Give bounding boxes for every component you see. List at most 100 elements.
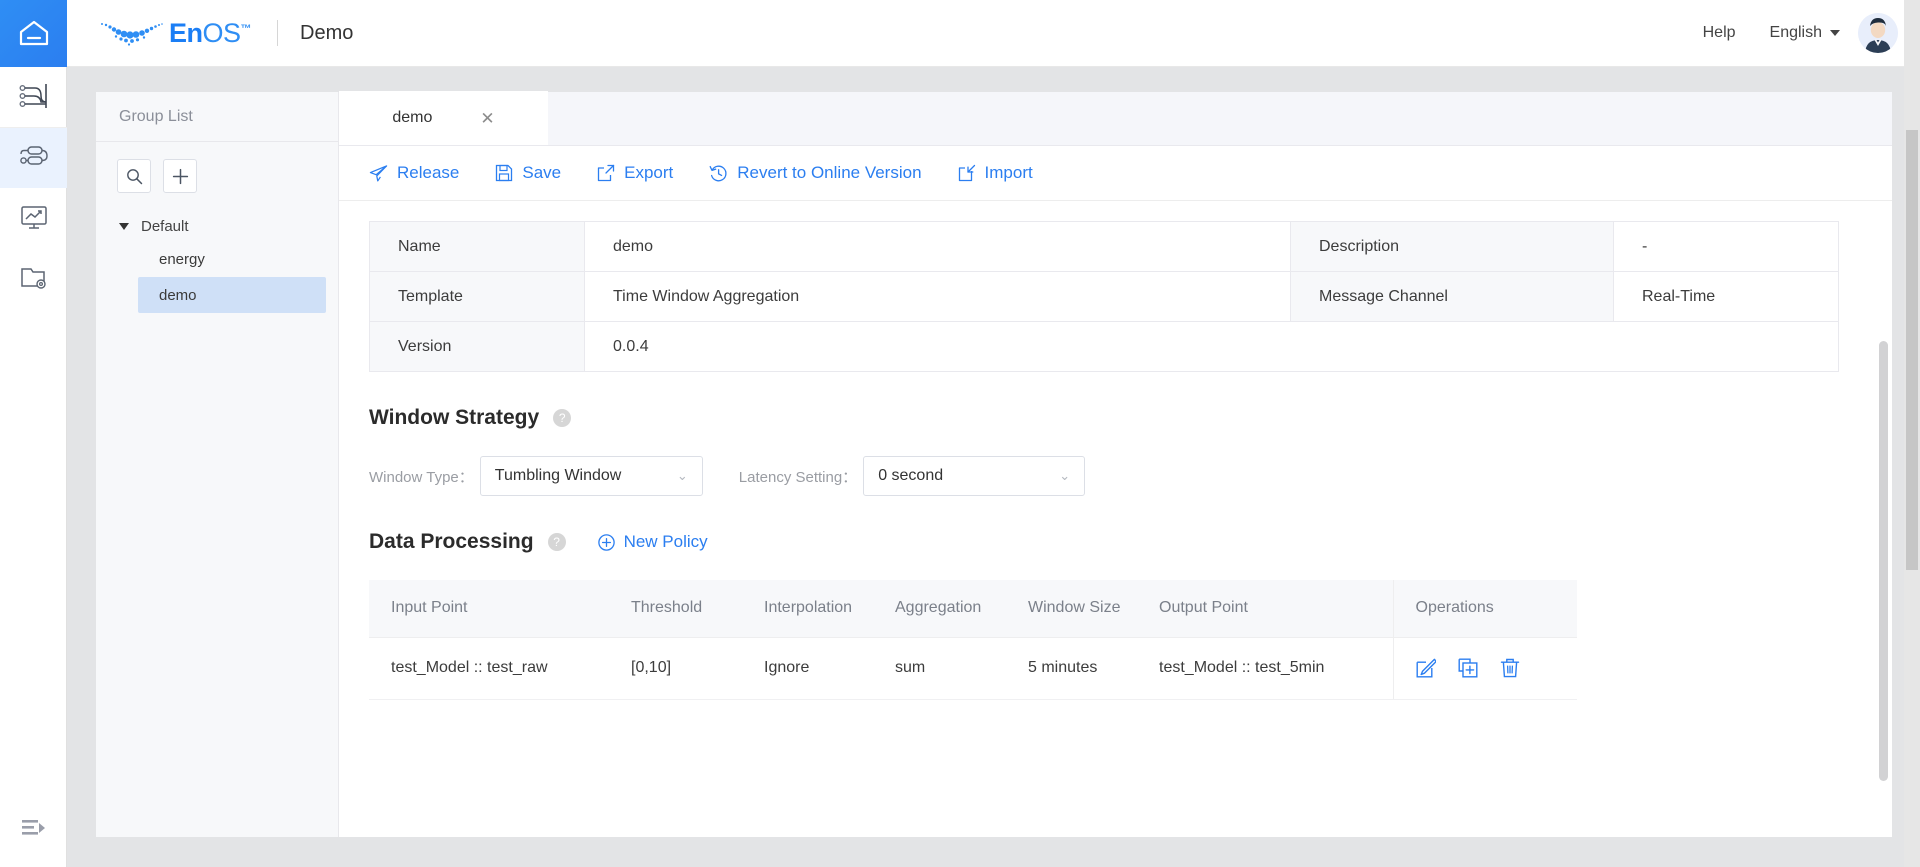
chevron-down-icon: ⌄	[1059, 468, 1071, 483]
meta-value-name: demo	[584, 221, 1291, 272]
cell-window-size: 5 minutes	[1006, 637, 1137, 700]
chevron-down-icon	[1830, 30, 1840, 36]
window-type-label: Window Type：	[369, 468, 474, 486]
content-scrollbar-thumb[interactable]	[1879, 341, 1888, 781]
edit-pencil-icon[interactable]	[1416, 658, 1436, 678]
home-button[interactable]	[0, 0, 67, 67]
meta-value-version: 0.0.4	[584, 321, 1839, 372]
row-operations	[1416, 658, 1578, 678]
release-button[interactable]: Release	[369, 163, 459, 183]
table-header-row: Input Point Threshold Interpolation Aggr…	[369, 580, 1577, 638]
new-policy-button[interactable]: New Policy	[597, 532, 708, 552]
workflow-icon	[19, 84, 47, 108]
table-row: Template Time Window Aggregation Message…	[369, 271, 1839, 322]
tree-leaf-label: demo	[159, 286, 197, 304]
data-processing-title: Data Processing	[369, 530, 534, 553]
window-strategy-header: Window Strategy ?	[369, 406, 1892, 430]
language-selector[interactable]: English	[1758, 24, 1858, 42]
cell-input-point: test_Model :: test_raw	[369, 637, 609, 700]
stream-processing-icon	[19, 146, 48, 165]
meta-value-message-channel: Real-Time	[1613, 271, 1839, 322]
cell-threshold: [0,10]	[609, 637, 742, 700]
sidebar-item-analytics[interactable]	[0, 188, 67, 248]
latency-setting-value: 0 second	[878, 467, 944, 484]
save-disk-icon	[496, 164, 513, 182]
column-header-output-point: Output Point	[1137, 580, 1393, 638]
tree-leaf-energy[interactable]: energy	[138, 241, 326, 277]
trash-delete-icon[interactable]	[1500, 658, 1520, 678]
brand-wordmark: EnOS™	[169, 17, 252, 49]
tab-label: demo	[392, 109, 433, 126]
revert-to-online-version-button[interactable]: Revert to Online Version	[709, 163, 922, 183]
tree-leaf-demo[interactable]: demo	[138, 277, 326, 313]
column-header-operations: Operations	[1392, 580, 1577, 638]
export-icon	[597, 164, 615, 182]
meta-label-version: Version	[369, 321, 585, 372]
window-type-select[interactable]: Tumbling Window ⌄	[479, 456, 703, 496]
sidebar-item-workflow[interactable]	[0, 67, 67, 128]
column-header-interpolation: Interpolation	[742, 580, 873, 638]
sidebar-item-stream-processing[interactable]	[0, 128, 67, 188]
meta-value-template: Time Window Aggregation	[584, 271, 1291, 322]
app-header: EnOS™ Demo Help English	[0, 0, 1920, 67]
question-mark-icon[interactable]: ?	[553, 409, 572, 427]
question-mark-icon[interactable]: ?	[547, 533, 566, 551]
save-button[interactable]: Save	[495, 163, 561, 183]
search-button[interactable]	[117, 159, 151, 193]
close-icon[interactable]: ✕	[480, 110, 494, 127]
meta-label-name: Name	[369, 221, 585, 272]
column-header-threshold: Threshold	[609, 580, 742, 638]
cell-operations	[1392, 637, 1578, 700]
save-label: Save	[522, 163, 562, 182]
column-header-input-point: Input Point	[369, 580, 609, 638]
search-icon	[126, 168, 142, 184]
import-button[interactable]: Import	[958, 163, 1033, 183]
copy-add-icon[interactable]	[1458, 658, 1478, 678]
brand-logo[interactable]: EnOS™	[99, 17, 252, 49]
tree-leaf-label: energy	[159, 250, 205, 268]
page-scrollbar-thumb[interactable]	[1906, 130, 1918, 570]
column-header-aggregation: Aggregation	[873, 580, 1006, 638]
tab-demo[interactable]: demo ✕	[339, 91, 548, 145]
window-type-value: Tumbling Window	[494, 467, 622, 484]
enos-swoosh-icon	[101, 23, 163, 46]
latency-setting-select[interactable]: 0 second ⌄	[863, 456, 1086, 496]
meta-info-table: Name demo Description - Template Time Wi…	[369, 221, 1839, 372]
user-avatar-icon	[1858, 13, 1898, 53]
page-scrollbar[interactable]	[1904, 0, 1920, 867]
left-rail	[0, 67, 67, 867]
plus-icon	[172, 168, 188, 184]
table-row: test_Model :: test_raw [0,10] Ignore sum…	[369, 637, 1578, 700]
add-group-button[interactable]	[163, 159, 197, 193]
header-divider	[277, 20, 279, 46]
analytics-monitor-icon	[20, 206, 47, 229]
group-tree: Default energy demo	[96, 193, 338, 313]
table-row: Version 0.0.4	[369, 321, 1839, 372]
latency-setting-label: Latency Setting：	[738, 468, 858, 486]
chevron-down-icon	[119, 222, 129, 230]
revert-clock-icon	[709, 165, 727, 181]
avatar[interactable]	[1858, 13, 1898, 53]
collapse-sidebar-button[interactable]	[0, 803, 67, 853]
export-button[interactable]: Export	[597, 163, 673, 183]
chevron-down-icon: ⌄	[676, 468, 688, 483]
header-actions: Help English	[1681, 13, 1920, 53]
meta-label-template: Template	[369, 271, 585, 322]
group-list-toolbar	[96, 142, 338, 193]
help-link[interactable]: Help	[1681, 24, 1758, 42]
brand-en: En	[169, 17, 203, 48]
window-strategy-controls: Window Type： Tumbling Window ⌄ Latency S…	[369, 456, 1892, 496]
table-row: Name demo Description -	[369, 221, 1839, 272]
editor-content: Name demo Description - Template Time Wi…	[339, 201, 1892, 836]
sidebar-item-resource-management[interactable]	[0, 248, 67, 308]
meta-label-message-channel: Message Channel	[1290, 271, 1614, 322]
column-header-window-size: Window Size	[1006, 580, 1137, 638]
cell-output-point: test_Model :: test_5min	[1137, 637, 1393, 700]
language-label: English	[1769, 24, 1822, 41]
cell-aggregation: sum	[873, 637, 1006, 700]
data-processing-table: Input Point Threshold Interpolation Aggr…	[369, 580, 1577, 700]
cell-interpolation: Ignore	[742, 637, 873, 700]
tree-node-default[interactable]: Default	[96, 211, 338, 241]
home-icon	[19, 20, 48, 46]
window-strategy-title: Window Strategy	[369, 406, 540, 429]
